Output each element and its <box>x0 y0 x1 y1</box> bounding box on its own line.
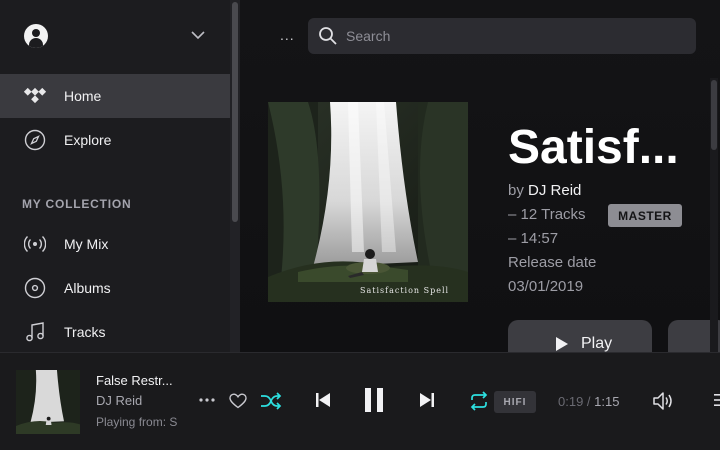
profile-avatar-icon[interactable] <box>24 24 48 48</box>
radio-icon <box>24 236 46 252</box>
section-title-my-collection: MY COLLECTION <box>22 197 132 211</box>
album-duration: – 14:57 <box>508 230 559 247</box>
volume-icon[interactable] <box>652 391 676 411</box>
sidebar-item-label: Home <box>64 88 102 104</box>
album-cover-artwork <box>268 102 468 302</box>
total-time: 1:15 <box>594 394 620 409</box>
album-cover[interactable]: Satisfaction Spell <box>268 102 468 302</box>
quality-hifi-badge[interactable]: HIFI <box>494 391 536 413</box>
sidebar-item-my-mix[interactable]: My Mix <box>0 222 230 266</box>
playback-time: 0:19 / 1:15 <box>558 394 619 409</box>
repeat-icon[interactable] <box>468 390 490 412</box>
home-icon <box>24 87 46 104</box>
search-icon <box>319 27 337 45</box>
sidebar-item-explore[interactable]: Explore <box>0 118 230 162</box>
sidebar-scrollbar-thumb[interactable] <box>232 2 238 222</box>
sidebar-item-label: Explore <box>64 132 112 148</box>
chevron-down-icon[interactable] <box>190 27 206 43</box>
sidebar-item-label: Albums <box>64 280 111 296</box>
sidebar-item-label: Tracks <box>64 324 106 340</box>
sidebar-item-label: My Mix <box>64 236 109 252</box>
next-track-icon[interactable] <box>418 391 436 409</box>
queue-icon[interactable] <box>712 392 720 408</box>
album-cover-caption: Satisfaction Spell <box>360 286 450 295</box>
time-separator: / <box>583 394 595 409</box>
more-options-button[interactable]: ... <box>280 27 295 43</box>
release-date-label: Release date <box>508 254 597 271</box>
sidebar-item-albums[interactable]: Albums <box>0 266 230 310</box>
play-button-label: Play <box>581 335 613 352</box>
play-icon <box>556 337 568 351</box>
shuffle-icon[interactable] <box>260 391 282 411</box>
quality-badge: MASTER <box>608 204 682 227</box>
sidebar-item-home[interactable]: Home <box>0 74 230 118</box>
now-playing-artwork-image <box>16 370 80 434</box>
more-options-icon[interactable] <box>198 396 216 404</box>
music-note-icon <box>26 322 44 342</box>
pause-icon[interactable] <box>362 386 386 414</box>
heart-icon[interactable] <box>229 393 247 409</box>
album-track-count: – 12 Tracks <box>508 206 586 223</box>
disc-icon <box>24 277 46 299</box>
compass-icon <box>24 129 46 151</box>
search-bar[interactable] <box>308 18 696 54</box>
release-date-value: 03/01/2019 <box>508 278 584 295</box>
by-prefix: by <box>508 182 529 199</box>
sidebar-item-tracks[interactable]: Tracks <box>0 310 230 354</box>
now-playing-title[interactable]: False Restr... <box>96 373 173 388</box>
album-artist-line: by DJ Reid <box>508 182 581 199</box>
search-input[interactable] <box>346 18 686 54</box>
playing-from-label[interactable]: Playing from: S <box>96 415 182 429</box>
current-time: 0:19 <box>558 394 584 409</box>
previous-track-icon[interactable] <box>314 391 332 409</box>
album-artist-link[interactable]: DJ Reid <box>528 182 581 199</box>
now-playing-artist[interactable]: DJ Reid <box>96 393 142 408</box>
album-title: Satisf... <box>508 121 679 174</box>
main-scrollbar-thumb[interactable] <box>711 80 717 150</box>
now-playing-artwork[interactable] <box>16 370 80 434</box>
